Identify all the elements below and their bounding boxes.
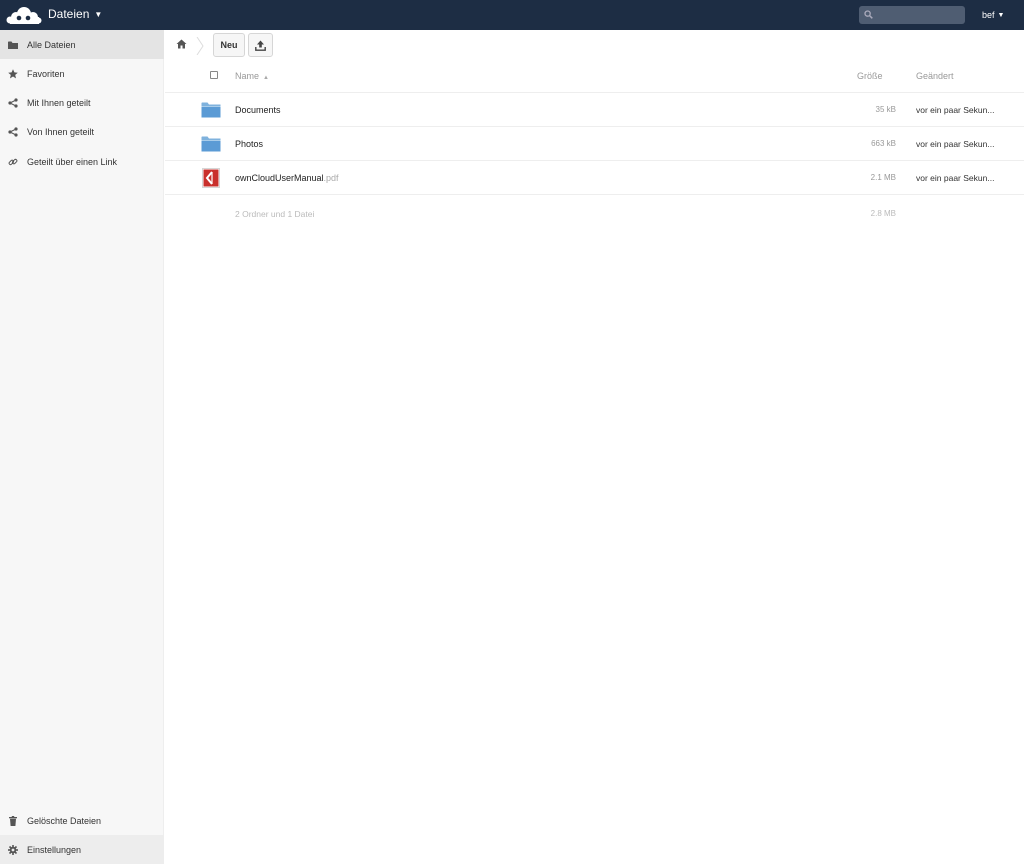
folder-icon — [8, 40, 18, 50]
breadcrumb-separator-icon — [196, 37, 204, 55]
gear-icon — [8, 844, 18, 855]
file-name[interactable]: Documents — [235, 105, 281, 115]
file-summary: 2 Ordner und 1 Datei 2.8 MB — [165, 195, 1024, 235]
search-input[interactable] — [877, 6, 963, 24]
sidebar-item-label: Mit Ihnen geteilt — [27, 97, 91, 108]
link-icon — [8, 157, 18, 167]
column-header-label: Name — [235, 71, 260, 81]
folder-icon — [201, 136, 221, 152]
sidebar-item-label: Einstellungen — [27, 844, 82, 855]
sidebar-item-settings[interactable]: Einstellungen — [0, 835, 164, 864]
controls-bar: Neu — [165, 30, 1024, 62]
table-row[interactable]: Documents 35 kB vor ein paar Sekun... — [165, 93, 1024, 127]
file-extension: .pdf — [323, 173, 339, 183]
column-header-modified[interactable]: Geändert — [916, 71, 954, 81]
file-modified: vor ein paar Sekun... — [916, 105, 995, 115]
search-icon — [864, 10, 873, 19]
column-header-size[interactable]: Größe — [857, 71, 883, 81]
caret-down-icon: ▼ — [94, 9, 103, 19]
file-basename: Documents — [235, 105, 281, 115]
owncloud-logo-icon[interactable] — [6, 5, 42, 25]
file-size: 2.1 MB — [870, 173, 896, 182]
table-header: Name ▲ Größe Geändert — [165, 62, 1024, 93]
summary-size: 2.8 MB — [870, 209, 896, 218]
upload-button[interactable] — [248, 33, 273, 57]
file-name[interactable]: Photos — [235, 139, 263, 149]
table-row[interactable]: ownCloudUserManual.pdf 2.1 MB vor ein pa… — [165, 161, 1024, 195]
file-size: 35 kB — [875, 105, 896, 114]
file-list: Name ▲ Größe Geändert Documents 35 kB vor… — [165, 62, 1024, 235]
table-row[interactable]: Photos 663 kB vor ein paar Sekun... — [165, 127, 1024, 161]
share-icon — [8, 97, 18, 108]
upload-icon — [255, 40, 266, 51]
sidebar-item-label: Gelöschte Dateien — [27, 815, 102, 826]
file-basename: ownCloudUserManual — [235, 173, 324, 183]
pdf-file-icon — [202, 168, 220, 188]
folder-icon — [201, 102, 221, 118]
sidebar-item-label: Von Ihnen geteilt — [27, 126, 95, 137]
sidebar-item-all-files[interactable]: Alle Dateien — [0, 30, 164, 59]
file-size: 663 kB — [871, 139, 896, 148]
trash-icon — [8, 815, 18, 826]
share-icon — [8, 126, 18, 137]
caret-down-icon: ▼ — [997, 11, 1005, 19]
sidebar: Alle Dateien Favoriten Mit Ihnen geteilt… — [0, 30, 164, 864]
user-menu-button[interactable]: bef ▼ — [982, 10, 1004, 20]
file-modified: vor ein paar Sekun... — [916, 139, 995, 149]
file-basename: Photos — [235, 139, 264, 149]
home-icon[interactable] — [176, 39, 187, 51]
summary-text: 2 Ordner und 1 Datei — [235, 209, 315, 219]
sidebar-item-deleted-files[interactable]: Gelöschte Dateien — [0, 806, 164, 835]
select-all-checkbox[interactable] — [210, 71, 218, 79]
file-modified: vor ein paar Sekun... — [916, 173, 995, 183]
user-name: bef — [982, 10, 995, 20]
sidebar-item-favorites[interactable]: Favoriten — [0, 59, 164, 88]
app-menu-button[interactable]: Dateien ▼ — [48, 7, 102, 21]
star-icon — [8, 68, 18, 79]
new-button[interactable]: Neu — [213, 33, 245, 57]
column-header-name[interactable]: Name ▲ — [235, 71, 269, 81]
app-name: Dateien — [48, 7, 90, 21]
sidebar-item-label: Favoriten — [27, 68, 65, 79]
file-name[interactable]: ownCloudUserManual.pdf — [235, 173, 339, 183]
sidebar-item-label: Geteilt über einen Link — [27, 156, 118, 167]
sidebar-item-shared-by-link[interactable]: Geteilt über einen Link — [0, 147, 164, 176]
search-box[interactable] — [859, 6, 965, 24]
sidebar-item-label: Alle Dateien — [27, 39, 76, 50]
sidebar-item-shared-by-you[interactable]: Von Ihnen geteilt — [0, 117, 164, 146]
sort-ascending-icon: ▲ — [263, 75, 269, 81]
top-header: Dateien ▼ bef ▼ — [0, 0, 1024, 30]
sidebar-item-shared-with-you[interactable]: Mit Ihnen geteilt — [0, 88, 164, 117]
